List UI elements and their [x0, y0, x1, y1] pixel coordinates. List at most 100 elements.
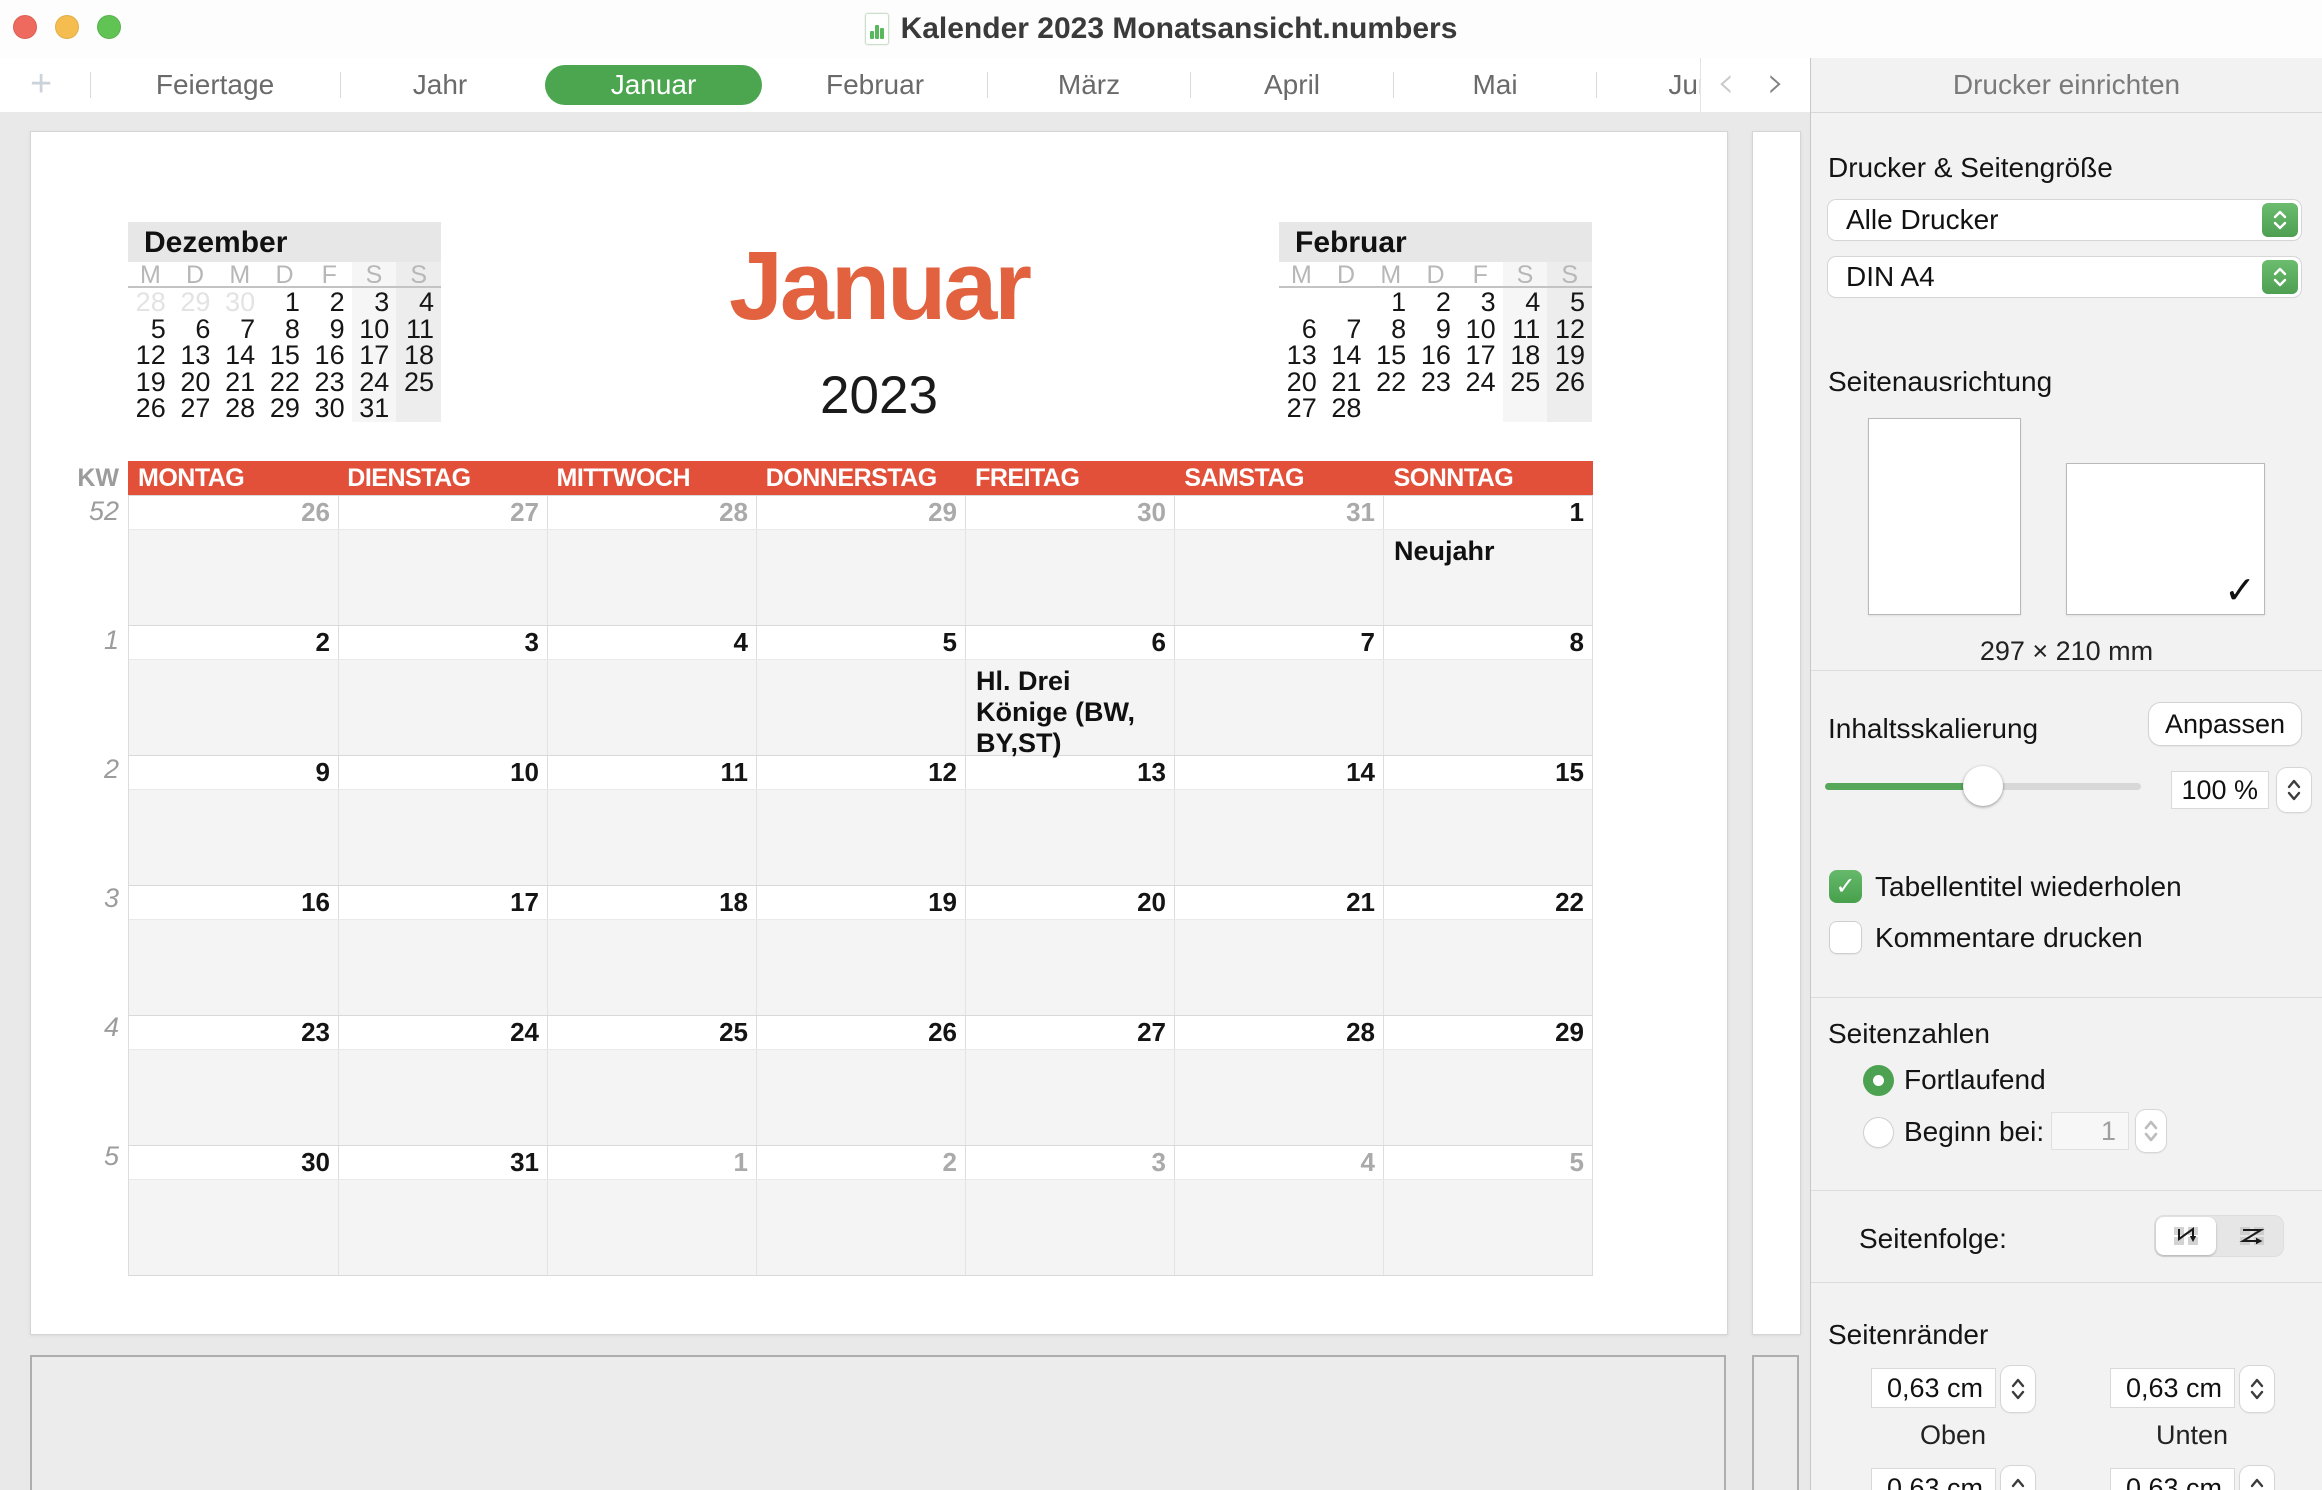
date-cell[interactable]: 11 [547, 756, 756, 789]
date-cell[interactable]: 4 [1174, 1146, 1383, 1179]
date-cell[interactable]: 30 [965, 496, 1174, 529]
tab-märz[interactable]: März [1058, 58, 1120, 112]
date-cell[interactable]: 27 [338, 496, 547, 529]
empty-event-cell[interactable] [756, 1050, 965, 1145]
date-cell[interactable]: 23 [129, 1016, 338, 1049]
date-cell[interactable]: 22 [1383, 886, 1592, 919]
empty-event-cell[interactable] [756, 530, 965, 625]
empty-event-cell[interactable] [965, 790, 1174, 885]
event-cell[interactable]: Neujahr [1383, 530, 1592, 625]
empty-event-cell[interactable] [1383, 660, 1592, 755]
margin-left-field[interactable]: 0,63 cm [1871, 1468, 1996, 1490]
date-cell[interactable]: 28 [1174, 1016, 1383, 1049]
empty-event-cell[interactable] [1174, 790, 1383, 885]
empty-event-cell[interactable] [338, 530, 547, 625]
date-cell[interactable]: 31 [338, 1146, 547, 1179]
date-cell[interactable]: 5 [756, 626, 965, 659]
empty-event-cell[interactable] [338, 790, 547, 885]
date-cell[interactable]: 18 [547, 886, 756, 919]
empty-event-cell[interactable] [1383, 1050, 1592, 1145]
empty-event-cell[interactable] [338, 920, 547, 1015]
date-cell[interactable]: 1 [547, 1146, 756, 1179]
start-page-stepper[interactable] [2136, 1110, 2166, 1152]
date-cell[interactable]: 21 [1174, 886, 1383, 919]
date-cell[interactable]: 27 [965, 1016, 1174, 1049]
date-cell[interactable]: 20 [965, 886, 1174, 919]
mini-day-cell[interactable]: 13 [173, 342, 218, 369]
date-cell[interactable]: 28 [547, 496, 756, 529]
radio-fortlaufend[interactable] [1863, 1065, 1894, 1096]
tab-feiertage[interactable]: Feiertage [156, 58, 274, 112]
empty-event-cell[interactable] [1383, 790, 1592, 885]
date-cell[interactable]: 8 [1383, 626, 1592, 659]
checkbox-repeat-table-titles[interactable] [1829, 870, 1862, 903]
empty-event-cell[interactable] [756, 1180, 965, 1275]
date-cell[interactable]: 6 [965, 626, 1174, 659]
mini-day-cell[interactable]: 15 [1368, 342, 1413, 369]
slider-knob[interactable] [1963, 766, 2003, 806]
mini-day-cell[interactable]: 13 [1279, 342, 1324, 369]
date-cell[interactable]: 16 [129, 886, 338, 919]
chevron-left-icon[interactable]: ‹ [1717, 58, 1735, 112]
fit-button[interactable]: Anpassen [2149, 703, 2301, 745]
empty-event-cell[interactable] [547, 1180, 756, 1275]
empty-event-cell[interactable] [756, 790, 965, 885]
date-cell[interactable]: 14 [1174, 756, 1383, 789]
date-cell[interactable]: 1 [1383, 496, 1592, 529]
empty-event-cell[interactable] [1383, 920, 1592, 1015]
empty-event-cell[interactable] [756, 660, 965, 755]
date-cell[interactable]: 3 [965, 1146, 1174, 1179]
empty-event-cell[interactable] [338, 660, 547, 755]
date-cell[interactable]: 9 [129, 756, 338, 789]
empty-event-cell[interactable] [965, 920, 1174, 1015]
empty-event-cell[interactable] [1174, 660, 1383, 755]
tab-jahr[interactable]: Jahr [413, 58, 467, 112]
empty-event-cell[interactable] [338, 1050, 547, 1145]
date-cell[interactable]: 25 [547, 1016, 756, 1049]
margin-bottom-field-stepper[interactable] [2240, 1366, 2274, 1412]
mini-day-cell[interactable]: 17 [352, 342, 397, 369]
date-cell[interactable]: 5 [1383, 1146, 1592, 1179]
date-cell[interactable]: 2 [756, 1146, 965, 1179]
empty-event-cell[interactable] [1174, 1180, 1383, 1275]
start-page-field[interactable]: 1 [2051, 1112, 2129, 1150]
empty-event-cell[interactable] [965, 1180, 1174, 1275]
date-cell[interactable]: 26 [756, 1016, 965, 1049]
empty-event-cell[interactable] [338, 1180, 547, 1275]
margin-right-field-stepper[interactable] [2240, 1466, 2274, 1490]
margin-right-field[interactable]: 0,63 cm [2110, 1468, 2235, 1490]
empty-event-cell[interactable] [1174, 920, 1383, 1015]
add-sheet-button[interactable]: + [30, 58, 52, 112]
empty-event-cell[interactable] [756, 920, 965, 1015]
orientation-landscape-option[interactable]: ✓ [2066, 463, 2265, 615]
mini-day-cell[interactable]: 18 [1503, 342, 1548, 369]
empty-event-cell[interactable] [547, 920, 756, 1015]
mini-day-cell[interactable]: 12 [128, 342, 173, 369]
scale-percent-field[interactable]: 100 % [2171, 771, 2269, 809]
mini-day-cell[interactable]: 17 [1458, 342, 1503, 369]
margin-left-field-stepper[interactable] [2001, 1466, 2035, 1490]
tab-april[interactable]: April [1264, 58, 1320, 112]
mini-day-cell[interactable]: 15 [262, 342, 307, 369]
empty-event-cell[interactable] [129, 530, 338, 625]
checkbox-print-comments[interactable] [1829, 921, 1862, 954]
date-cell[interactable]: 15 [1383, 756, 1592, 789]
content-scale-slider[interactable] [1825, 763, 2141, 809]
empty-event-cell[interactable] [547, 1050, 756, 1145]
mini-day-cell[interactable]: 14 [217, 342, 262, 369]
page-order-horizontal-button[interactable] [2222, 1217, 2282, 1255]
tab-februar[interactable]: Februar [826, 58, 924, 112]
date-cell[interactable]: 3 [338, 626, 547, 659]
empty-event-cell[interactable] [129, 1050, 338, 1145]
date-cell[interactable]: 26 [129, 496, 338, 529]
orientation-portrait-option[interactable] [1868, 418, 2021, 615]
date-cell[interactable]: 17 [338, 886, 547, 919]
chevron-right-icon[interactable]: › [1767, 58, 1785, 112]
tab-januar-selected[interactable]: Januar [545, 65, 762, 105]
empty-event-cell[interactable] [129, 790, 338, 885]
mini-day-cell[interactable]: 19 [1547, 342, 1592, 369]
mini-day-cell[interactable]: 16 [1413, 342, 1458, 369]
empty-event-cell[interactable] [129, 1180, 338, 1275]
date-cell[interactable]: 29 [1383, 1016, 1592, 1049]
date-cell[interactable]: 31 [1174, 496, 1383, 529]
